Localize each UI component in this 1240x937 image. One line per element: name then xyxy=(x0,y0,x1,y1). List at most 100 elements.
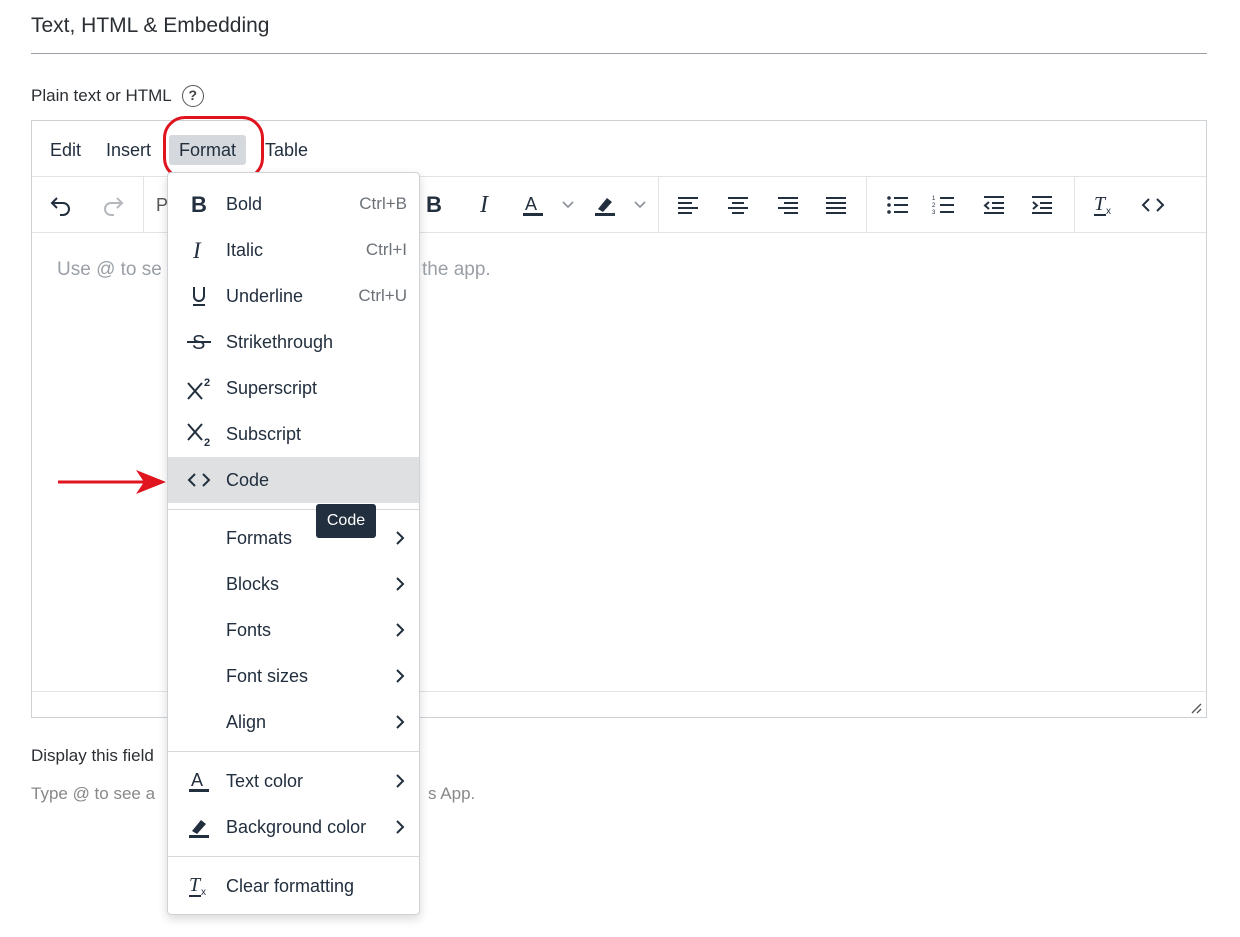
menu-item-underline[interactable]: Underline Ctrl+U xyxy=(168,273,419,319)
svg-text:A: A xyxy=(525,194,537,214)
menu-item-label: Formats xyxy=(226,527,293,548)
menu-item-label: Bold xyxy=(226,193,263,214)
clear-formatting-icon[interactable]: Tx xyxy=(1090,189,1118,221)
toolbar-separator xyxy=(1074,177,1075,233)
menu-item-shortcut: Ctrl+B xyxy=(359,194,407,213)
svg-text:x: x xyxy=(1106,206,1111,217)
chevron-right-icon xyxy=(396,820,405,834)
undo-icon[interactable] xyxy=(46,189,76,221)
field-label-row: Plain text or HTML ? xyxy=(31,85,204,107)
menu-item-text-color[interactable]: A Text color xyxy=(168,758,419,804)
chevron-right-icon xyxy=(396,774,405,788)
subscript-icon: 2 xyxy=(182,419,216,449)
help-icon[interactable]: ? xyxy=(181,85,204,107)
menu-item-label: Clear formatting xyxy=(226,875,355,896)
chevron-right-icon xyxy=(396,577,405,591)
field-label: Plain text or HTML xyxy=(31,86,172,105)
menu-item-label: Fonts xyxy=(226,619,272,640)
menu-edit[interactable]: Edit xyxy=(50,135,81,165)
svg-text:I: I xyxy=(192,239,202,261)
chevron-right-icon xyxy=(396,531,405,545)
svg-text:B: B xyxy=(191,193,207,215)
menu-item-blocks[interactable]: Blocks xyxy=(168,561,419,607)
toolbar-separator xyxy=(866,177,867,233)
menu-item-bold[interactable]: B Bold Ctrl+B xyxy=(168,181,419,227)
menu-item-label: Blocks xyxy=(226,573,280,594)
menu-item-label: Italic xyxy=(226,239,264,260)
outdent-icon[interactable] xyxy=(980,189,1008,221)
align-justify-icon[interactable] xyxy=(822,189,850,221)
code-icon xyxy=(182,465,216,495)
menu-insert[interactable]: Insert xyxy=(106,135,151,165)
svg-text:3: 3 xyxy=(932,210,936,215)
redo-icon[interactable] xyxy=(98,189,128,221)
menu-item-label: Subscript xyxy=(226,423,302,444)
toolbar-separator xyxy=(658,177,659,233)
menu-item-shortcut: Ctrl+U xyxy=(358,286,407,305)
menu-item-superscript[interactable]: 2 Superscript xyxy=(168,365,419,411)
display-field-hint-tail: s App. xyxy=(428,784,476,803)
editor-placeholder-tail: the app. xyxy=(422,259,491,280)
italic-icon: I xyxy=(182,235,216,265)
highlight-color-icon[interactable] xyxy=(588,189,622,221)
chevron-right-icon xyxy=(396,623,405,637)
pointer-arrow-icon xyxy=(58,470,166,494)
menu-item-align[interactable]: Align xyxy=(168,699,419,745)
svg-text:2: 2 xyxy=(932,203,936,209)
menu-item-label: Text color xyxy=(226,770,304,791)
toolbar-separator xyxy=(143,177,144,233)
text-color-icon[interactable]: A xyxy=(516,189,550,221)
source-code-icon[interactable] xyxy=(1138,189,1168,221)
section-title: Text, HTML & Embedding xyxy=(31,14,270,37)
code-tooltip: Code xyxy=(316,504,376,538)
menu-item-strikethrough[interactable]: S Strikethrough xyxy=(168,319,419,365)
menu-item-background-color[interactable]: Background color xyxy=(168,804,419,850)
chevron-right-icon xyxy=(396,715,405,729)
clear-formatting-icon: Tx xyxy=(182,871,216,901)
chevron-down-icon[interactable] xyxy=(630,189,650,221)
menu-item-clear-formatting[interactable]: Tx Clear formatting xyxy=(168,863,419,909)
italic-icon[interactable]: I xyxy=(470,189,498,221)
svg-text:A: A xyxy=(191,770,203,790)
underline-icon xyxy=(182,281,216,311)
section-divider xyxy=(31,53,1207,54)
menu-item-formats[interactable]: Formats xyxy=(168,515,419,561)
menu-item-label: Superscript xyxy=(226,377,318,398)
highlight-ring xyxy=(163,116,264,180)
align-left-icon[interactable] xyxy=(674,189,702,221)
menu-item-italic[interactable]: I Italic Ctrl+I xyxy=(168,227,419,273)
text-color-icon: A xyxy=(182,766,216,796)
bullet-list-icon[interactable] xyxy=(884,189,912,221)
svg-text:1: 1 xyxy=(932,196,936,202)
chevron-down-icon[interactable] xyxy=(558,189,578,221)
indent-icon[interactable] xyxy=(1028,189,1056,221)
menu-item-label: Background color xyxy=(226,816,367,837)
menu-item-label: Strikethrough xyxy=(226,331,334,352)
menu-item-fonts[interactable]: Fonts xyxy=(168,607,419,653)
numbered-list-icon[interactable]: 123 xyxy=(930,189,958,221)
display-field-hint: Type @ to see a xyxy=(31,784,156,803)
resize-handle-icon[interactable] xyxy=(1190,701,1202,714)
bold-icon[interactable]: B xyxy=(420,189,448,221)
menu-item-label: Underline xyxy=(226,285,304,306)
menu-table[interactable]: Table xyxy=(265,135,308,165)
menu-item-shortcut: Ctrl+I xyxy=(365,240,407,259)
bold-icon: B xyxy=(182,189,216,219)
menu-divider xyxy=(168,509,419,510)
menu-item-subscript[interactable]: 2 Subscript xyxy=(168,411,419,457)
superscript-icon: 2 xyxy=(182,373,216,403)
align-center-icon[interactable] xyxy=(724,189,752,221)
svg-text:2: 2 xyxy=(204,437,210,447)
strikethrough-icon: S xyxy=(182,327,216,357)
align-right-icon[interactable] xyxy=(774,189,802,221)
display-field-label: Display this field xyxy=(31,746,154,765)
menu-item-label: Code xyxy=(226,469,270,490)
menu-divider xyxy=(168,751,419,752)
menu-item-code[interactable]: Code xyxy=(168,457,419,503)
format-menu: B Bold Ctrl+B I Italic Ctrl+I Underline … xyxy=(167,172,420,915)
editor-menubar: Edit Insert Format Table xyxy=(32,116,1206,180)
svg-text:x: x xyxy=(201,887,206,898)
menu-item-font-sizes[interactable]: Font sizes xyxy=(168,653,419,699)
menu-divider xyxy=(168,856,419,857)
background-color-icon xyxy=(182,812,216,842)
